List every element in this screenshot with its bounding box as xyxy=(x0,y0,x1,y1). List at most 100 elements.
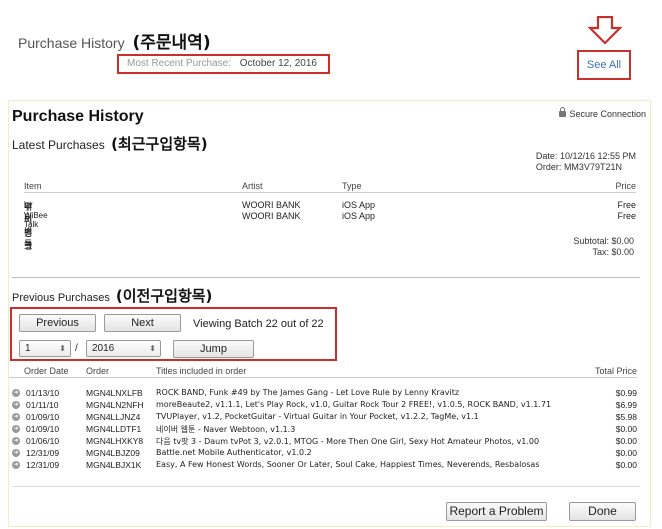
previous-button[interactable]: Previous xyxy=(19,314,96,332)
arrow-right-circle-icon[interactable]: ➜ xyxy=(12,461,20,469)
year-select[interactable]: 2016 ⬍ xyxy=(86,340,161,357)
receipt-date: Date: 10/12/16 12:55 PM xyxy=(536,151,636,162)
previous-purchases-heading: Previous Purchases (이전구입항목) xyxy=(12,285,212,306)
tax: Tax: $0.00 xyxy=(573,247,634,258)
row-date: 01/13/10 xyxy=(26,388,60,398)
row-titles: ROCK BAND, Funk #49 by The James Gang - … xyxy=(156,388,460,397)
row-order: MGN4LLJNZ4 xyxy=(86,412,141,422)
subtotal-value: $0.00 xyxy=(611,236,634,246)
latest-items-header: Item Artist Type Price xyxy=(24,181,636,193)
purchase-history-panel: Purchase History Secure Connection Lates… xyxy=(8,100,651,527)
row-total: $0.00 xyxy=(615,448,637,458)
purchase-summary-strip: Purchase History (주문내역) Most Recent Purc… xyxy=(0,0,662,92)
summary-title-text: Purchase History xyxy=(18,35,125,51)
row-date: 12/31/09 xyxy=(26,448,60,458)
latest-purchases-heading: Latest Purchases (최근구입항목) xyxy=(12,133,208,154)
row-titles: moreBeaute2, v1.1.1, Let's Play Rock, v1… xyxy=(156,400,552,409)
down-arrow-icon xyxy=(588,16,622,44)
select-arrows-icon: ⬍ xyxy=(59,344,66,353)
year-select-value: 2016 xyxy=(92,343,115,354)
item-artist: WOORI BANK xyxy=(242,211,301,221)
row-total: $5.98 xyxy=(615,412,637,422)
purchase-row[interactable]: ➜ 01/09/10 MGN4LLJNZ4 TVUPlayer, v1.2, P… xyxy=(9,412,637,423)
col-price: Price xyxy=(615,181,636,191)
row-titles: Easy, A Few Honest Words, Sooner Or Late… xyxy=(156,460,540,469)
row-total: $0.00 xyxy=(615,460,637,470)
most-recent-purchase-date: October 12, 2016 xyxy=(239,58,317,69)
secure-connection-label: Secure Connection xyxy=(569,109,646,119)
col-titles: Titles included in order xyxy=(156,366,247,376)
row-total: $0.00 xyxy=(615,424,637,434)
row-titles: Battle.net Mobile Authenticator, v1.0.2 xyxy=(156,448,312,457)
item-developer: WiBee Talk xyxy=(24,211,48,229)
arrow-right-circle-icon[interactable]: ➜ xyxy=(12,437,20,445)
item-artist: WOORI BANK xyxy=(242,200,301,210)
item-price: Free xyxy=(617,200,636,210)
item-type: iOS App xyxy=(342,200,376,210)
see-all-link[interactable]: See All xyxy=(577,50,631,80)
section-divider xyxy=(12,277,640,278)
arrow-right-circle-icon[interactable]: ➜ xyxy=(12,389,20,397)
secure-connection: Secure Connection xyxy=(559,107,646,119)
purchase-row[interactable]: ➜ 01/09/10 MGN4LLDTF1 네이버 웹툰 - Naver Web… xyxy=(9,424,637,435)
arrow-right-circle-icon[interactable]: ➜ xyxy=(12,449,20,457)
purchase-row[interactable]: ➜ 12/31/09 MGN4LBJZ09 Battle.net Mobile … xyxy=(9,448,637,459)
row-date: 12/31/09 xyxy=(26,460,60,470)
footer-divider xyxy=(12,486,640,487)
report-a-problem-button[interactable]: Report a Problem xyxy=(446,502,547,521)
subtotal-label: Subtotal: xyxy=(573,236,609,246)
previous-purchases-label: Previous Purchases xyxy=(12,292,110,304)
col-item: Item xyxy=(24,181,42,191)
month-select[interactable]: 1 ⬍ xyxy=(19,340,71,357)
receipt-date-value: 10/12/16 12:55 PM xyxy=(559,151,636,161)
row-date: 01/09/10 xyxy=(26,412,60,422)
purchase-row[interactable]: ➜ 01/06/10 MGN4LHXKY8 다음 tv팟 3 - Daum tv… xyxy=(9,436,637,447)
receipt-meta: Date: 10/12/16 12:55 PM Order: MM3V79T21… xyxy=(536,151,636,173)
jump-button[interactable]: Jump xyxy=(173,340,254,358)
row-total: $0.00 xyxy=(615,436,637,446)
summary-title-korean: (주문내역) xyxy=(132,33,211,53)
arrow-right-circle-icon[interactable]: ➜ xyxy=(12,425,20,433)
batch-navigation: Previous Next Viewing Batch 22 out of 22… xyxy=(10,307,337,361)
previous-purchases-header: Order Date Order Titles included in orde… xyxy=(9,364,637,378)
summary-title: Purchase History (주문내역) xyxy=(18,28,211,53)
done-button[interactable]: Done xyxy=(569,502,636,521)
row-order: MGN4LNXLFB xyxy=(86,388,143,398)
date-separator: / xyxy=(75,343,78,354)
arrow-right-circle-icon[interactable]: ➜ xyxy=(12,401,20,409)
row-order: MGN4LN2NFH xyxy=(86,400,144,410)
tax-value: $0.00 xyxy=(611,247,634,257)
arrow-right-circle-icon[interactable]: ➜ xyxy=(12,413,20,421)
most-recent-purchase-label: Most Recent Purchase: xyxy=(127,58,231,69)
row-date: 01/11/10 xyxy=(26,400,59,410)
tax-label: Tax: xyxy=(592,247,609,257)
latest-purchases-label: Latest Purchases xyxy=(12,138,105,152)
purchase-row[interactable]: ➜ 01/13/10 MGN4LNXLFB ROCK BAND, Funk #4… xyxy=(9,388,637,399)
previous-purchases-korean: (이전구입항목) xyxy=(115,287,213,305)
col-order-date: Order Date xyxy=(24,366,69,376)
purchase-row[interactable]: ➜ 01/11/10 MGN4LN2NFH moreBeaute2, v1.1.… xyxy=(9,400,637,411)
lock-icon xyxy=(559,107,567,117)
most-recent-purchase-box: Most Recent Purchase: October 12, 2016 xyxy=(117,54,330,74)
row-date: 01/06/10 xyxy=(26,436,60,446)
row-titles: 다음 tv팟 3 - Daum tvPot 3, v2.0.1, MTOG - … xyxy=(156,437,540,446)
col-total-price: Total Price xyxy=(594,366,637,376)
item-type: iOS App xyxy=(342,211,376,221)
receipt-date-label: Date: xyxy=(535,151,558,161)
latest-purchases-korean: (최근구입항목) xyxy=(111,135,208,153)
col-order: Order xyxy=(86,366,110,376)
row-order: MGN4LLDTF1 xyxy=(86,424,142,434)
row-order: MGN4LBJX1K xyxy=(86,460,142,470)
receipt-order-label: Order: xyxy=(535,162,562,172)
month-select-value: 1 xyxy=(25,343,31,354)
next-button[interactable]: Next xyxy=(104,314,181,332)
select-arrows-icon: ⬍ xyxy=(149,344,156,353)
purchase-row[interactable]: ➜ 12/31/09 MGN4LBJX1K Easy, A Few Honest… xyxy=(9,460,637,471)
receipt-order-value: MM3V79T21N xyxy=(563,162,622,172)
row-order: MGN4LBJZ09 xyxy=(86,448,140,458)
panel-title: Purchase History xyxy=(12,108,144,125)
row-titles: TVUPlayer, v1.2, PocketGuitar - Virtual … xyxy=(156,412,479,421)
row-total: $6.99 xyxy=(615,400,637,410)
row-total: $0.99 xyxy=(615,388,637,398)
row-order: MGN4LHXKY8 xyxy=(86,436,144,446)
